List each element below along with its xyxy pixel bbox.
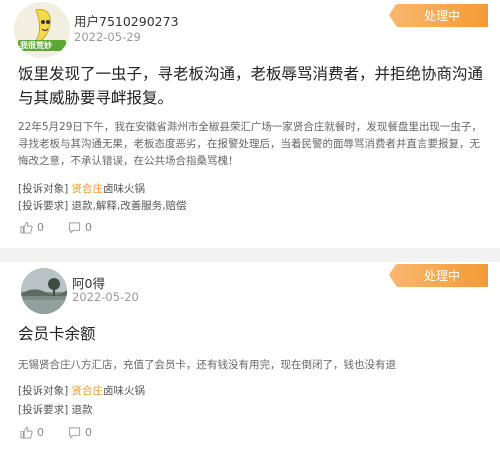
complaint-request-row: [投诉要求] 退款 <box>18 402 93 417</box>
post-date: 2022-05-20 <box>72 290 139 304</box>
avatar[interactable]: 我很荒妙 <box>14 2 70 58</box>
complaint-target-row: [投诉对象] 贤合庄卤味火锅 <box>18 181 145 196</box>
comment-icon <box>68 222 81 234</box>
like-button[interactable]: 0 <box>20 221 44 234</box>
avatar[interactable] <box>21 268 67 314</box>
action-bar: 0 0 <box>20 426 92 439</box>
complaint-target-category: 卤味火锅 <box>103 183 146 195</box>
post-date: 2022-05-29 <box>74 30 141 44</box>
complaint-title[interactable]: 饭里发现了一虫子，寻老板沟通，老板辱骂消费者，并拒绝协商沟通与其威胁要寻衅报复。 <box>18 62 484 110</box>
complaint-body: 无锡贤合庄八方汇店，充值了会员卡，还有钱没有用完，现在倒闭了，钱也没有退 <box>18 359 396 371</box>
complaint-target-label: [投诉对象] <box>18 385 69 397</box>
username[interactable]: 用户7510290273 <box>74 11 179 30</box>
complaint-target-brand-link[interactable]: 贤合庄 <box>72 385 104 397</box>
action-bar: 0 0 <box>20 221 92 234</box>
comment-button[interactable]: 0 <box>68 221 92 234</box>
complaint-target-brand-link[interactable]: 贤合庄 <box>72 183 104 195</box>
landscape-avatar-icon <box>21 268 67 314</box>
thumbs-up-icon <box>20 221 33 234</box>
card-divider <box>0 248 500 262</box>
complaint-card[interactable]: 我很荒妙 用户7510290273 2022-05-29 处理中 饭里发现了一虫… <box>0 0 500 248</box>
complaint-request-value: 退款,解释,改善服务,赔偿 <box>71 200 187 212</box>
complaint-request-label: [投诉要求] <box>18 200 69 212</box>
thumbs-up-icon <box>20 426 33 439</box>
like-count: 0 <box>37 426 44 439</box>
comment-count: 0 <box>85 426 92 439</box>
complaint-request-label: [投诉要求] <box>18 404 69 416</box>
like-button[interactable]: 0 <box>20 426 44 439</box>
complaint-target-label: [投诉对象] <box>18 183 69 195</box>
comment-count: 0 <box>85 221 92 234</box>
comment-icon <box>68 427 81 439</box>
complaint-request-row: [投诉要求] 退款,解释,改善服务,赔偿 <box>18 198 187 213</box>
comment-button[interactable]: 0 <box>68 426 92 439</box>
avatar-caption: 我很荒妙 <box>20 41 52 50</box>
complaint-title[interactable]: 会员卡余额 <box>18 322 484 346</box>
complaint-body: 22年5月29日下午，我在安徽省滁州市全椒县荣汇广场一家贤合庄就餐时，发现餐盘里… <box>18 121 482 167</box>
complaint-target-row: [投诉对象] 贤合庄卤味火锅 <box>18 383 145 398</box>
complaint-request-value: 退款 <box>71 404 93 416</box>
status-badge: 处理中 <box>389 4 488 27</box>
complaint-target-category: 卤味火锅 <box>103 385 146 397</box>
like-count: 0 <box>37 221 44 234</box>
status-badge: 处理中 <box>389 264 488 287</box>
